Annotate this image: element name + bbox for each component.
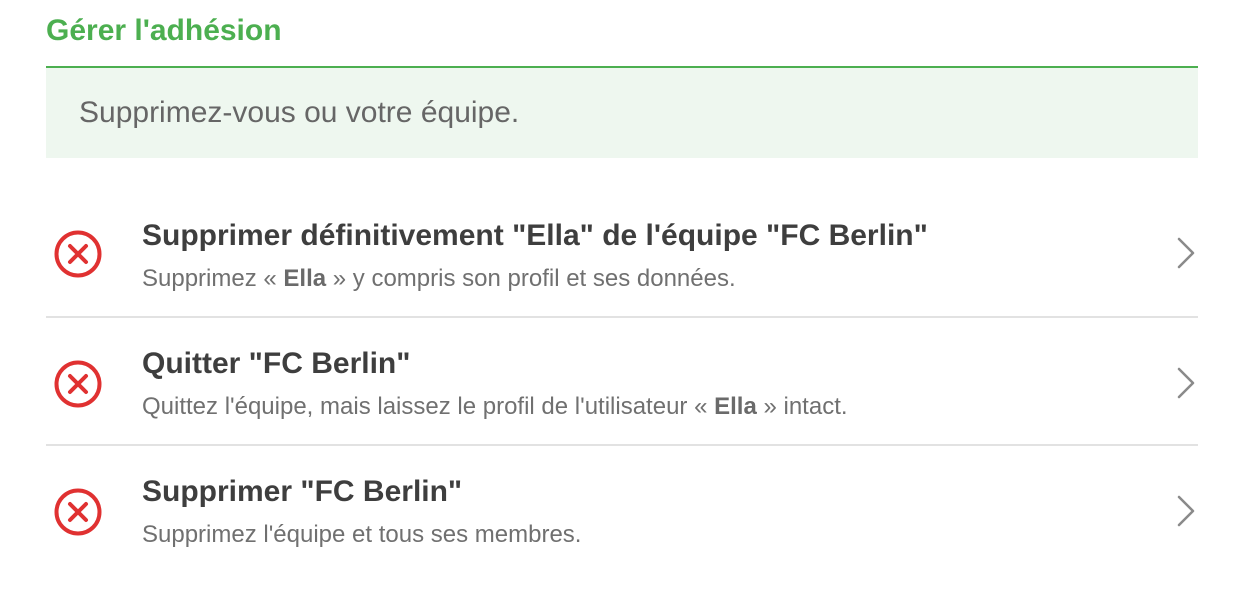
subtitle-text: » y compris son profil et ses données. bbox=[326, 265, 736, 292]
option-remove-member-permanently[interactable]: Supprimer définitivement "Ella" de l'équ… bbox=[46, 190, 1198, 316]
option-subtitle: Supprimez l'équipe et tous ses membres. bbox=[142, 520, 1138, 550]
subtitle-text: Quittez l'équipe, mais laissez le profil… bbox=[142, 393, 715, 420]
option-title: Supprimer définitivement "Ella" de l'équ… bbox=[142, 219, 928, 252]
section-title: Gérer l'adhésion bbox=[46, 14, 282, 47]
subtitle-text: » intact. bbox=[756, 393, 848, 420]
membership-options-list: Supprimer définitivement "Ella" de l'équ… bbox=[46, 190, 1198, 572]
manage-membership-page: Gérer l'adhésion Supprimez-vous ou votre… bbox=[0, 0, 1244, 606]
option-subtitle: Quittez l'équipe, mais laissez le profil… bbox=[142, 392, 1138, 422]
chevron-right-icon bbox=[1176, 494, 1196, 528]
remove-circle-icon bbox=[54, 360, 102, 408]
remove-circle-icon bbox=[54, 230, 102, 278]
option-text: Quitter "FC Berlin" Quittez l'équipe, ma… bbox=[142, 344, 1138, 422]
option-leave-team[interactable]: Quitter "FC Berlin" Quittez l'équipe, ma… bbox=[46, 316, 1198, 444]
chevron-right-icon bbox=[1176, 366, 1196, 400]
subtitle-user-name: Ella bbox=[714, 393, 757, 420]
option-delete-team[interactable]: Supprimer "FC Berlin" Supprimez l'équipe… bbox=[46, 444, 1198, 572]
option-text: Supprimer "FC Berlin" Supprimez l'équipe… bbox=[142, 472, 1138, 550]
remove-circle-icon bbox=[54, 488, 102, 536]
option-text: Supprimer définitivement "Ella" de l'équ… bbox=[142, 216, 1138, 294]
subtitle-user-name: Ella bbox=[283, 265, 327, 292]
option-title: Quitter "FC Berlin" bbox=[142, 347, 411, 380]
subtitle-text: Supprimez « bbox=[142, 265, 284, 292]
info-notice: Supprimez-vous ou votre équipe. bbox=[46, 66, 1198, 158]
chevron-right-icon bbox=[1176, 236, 1196, 270]
option-title: Supprimer "FC Berlin" bbox=[142, 475, 463, 508]
notice-text: Supprimez-vous ou votre équipe. bbox=[79, 96, 520, 129]
subtitle-text: Supprimez l'équipe et tous ses membres. bbox=[142, 521, 582, 548]
option-subtitle: Supprimez « Ella » y compris son profil … bbox=[142, 264, 1138, 294]
